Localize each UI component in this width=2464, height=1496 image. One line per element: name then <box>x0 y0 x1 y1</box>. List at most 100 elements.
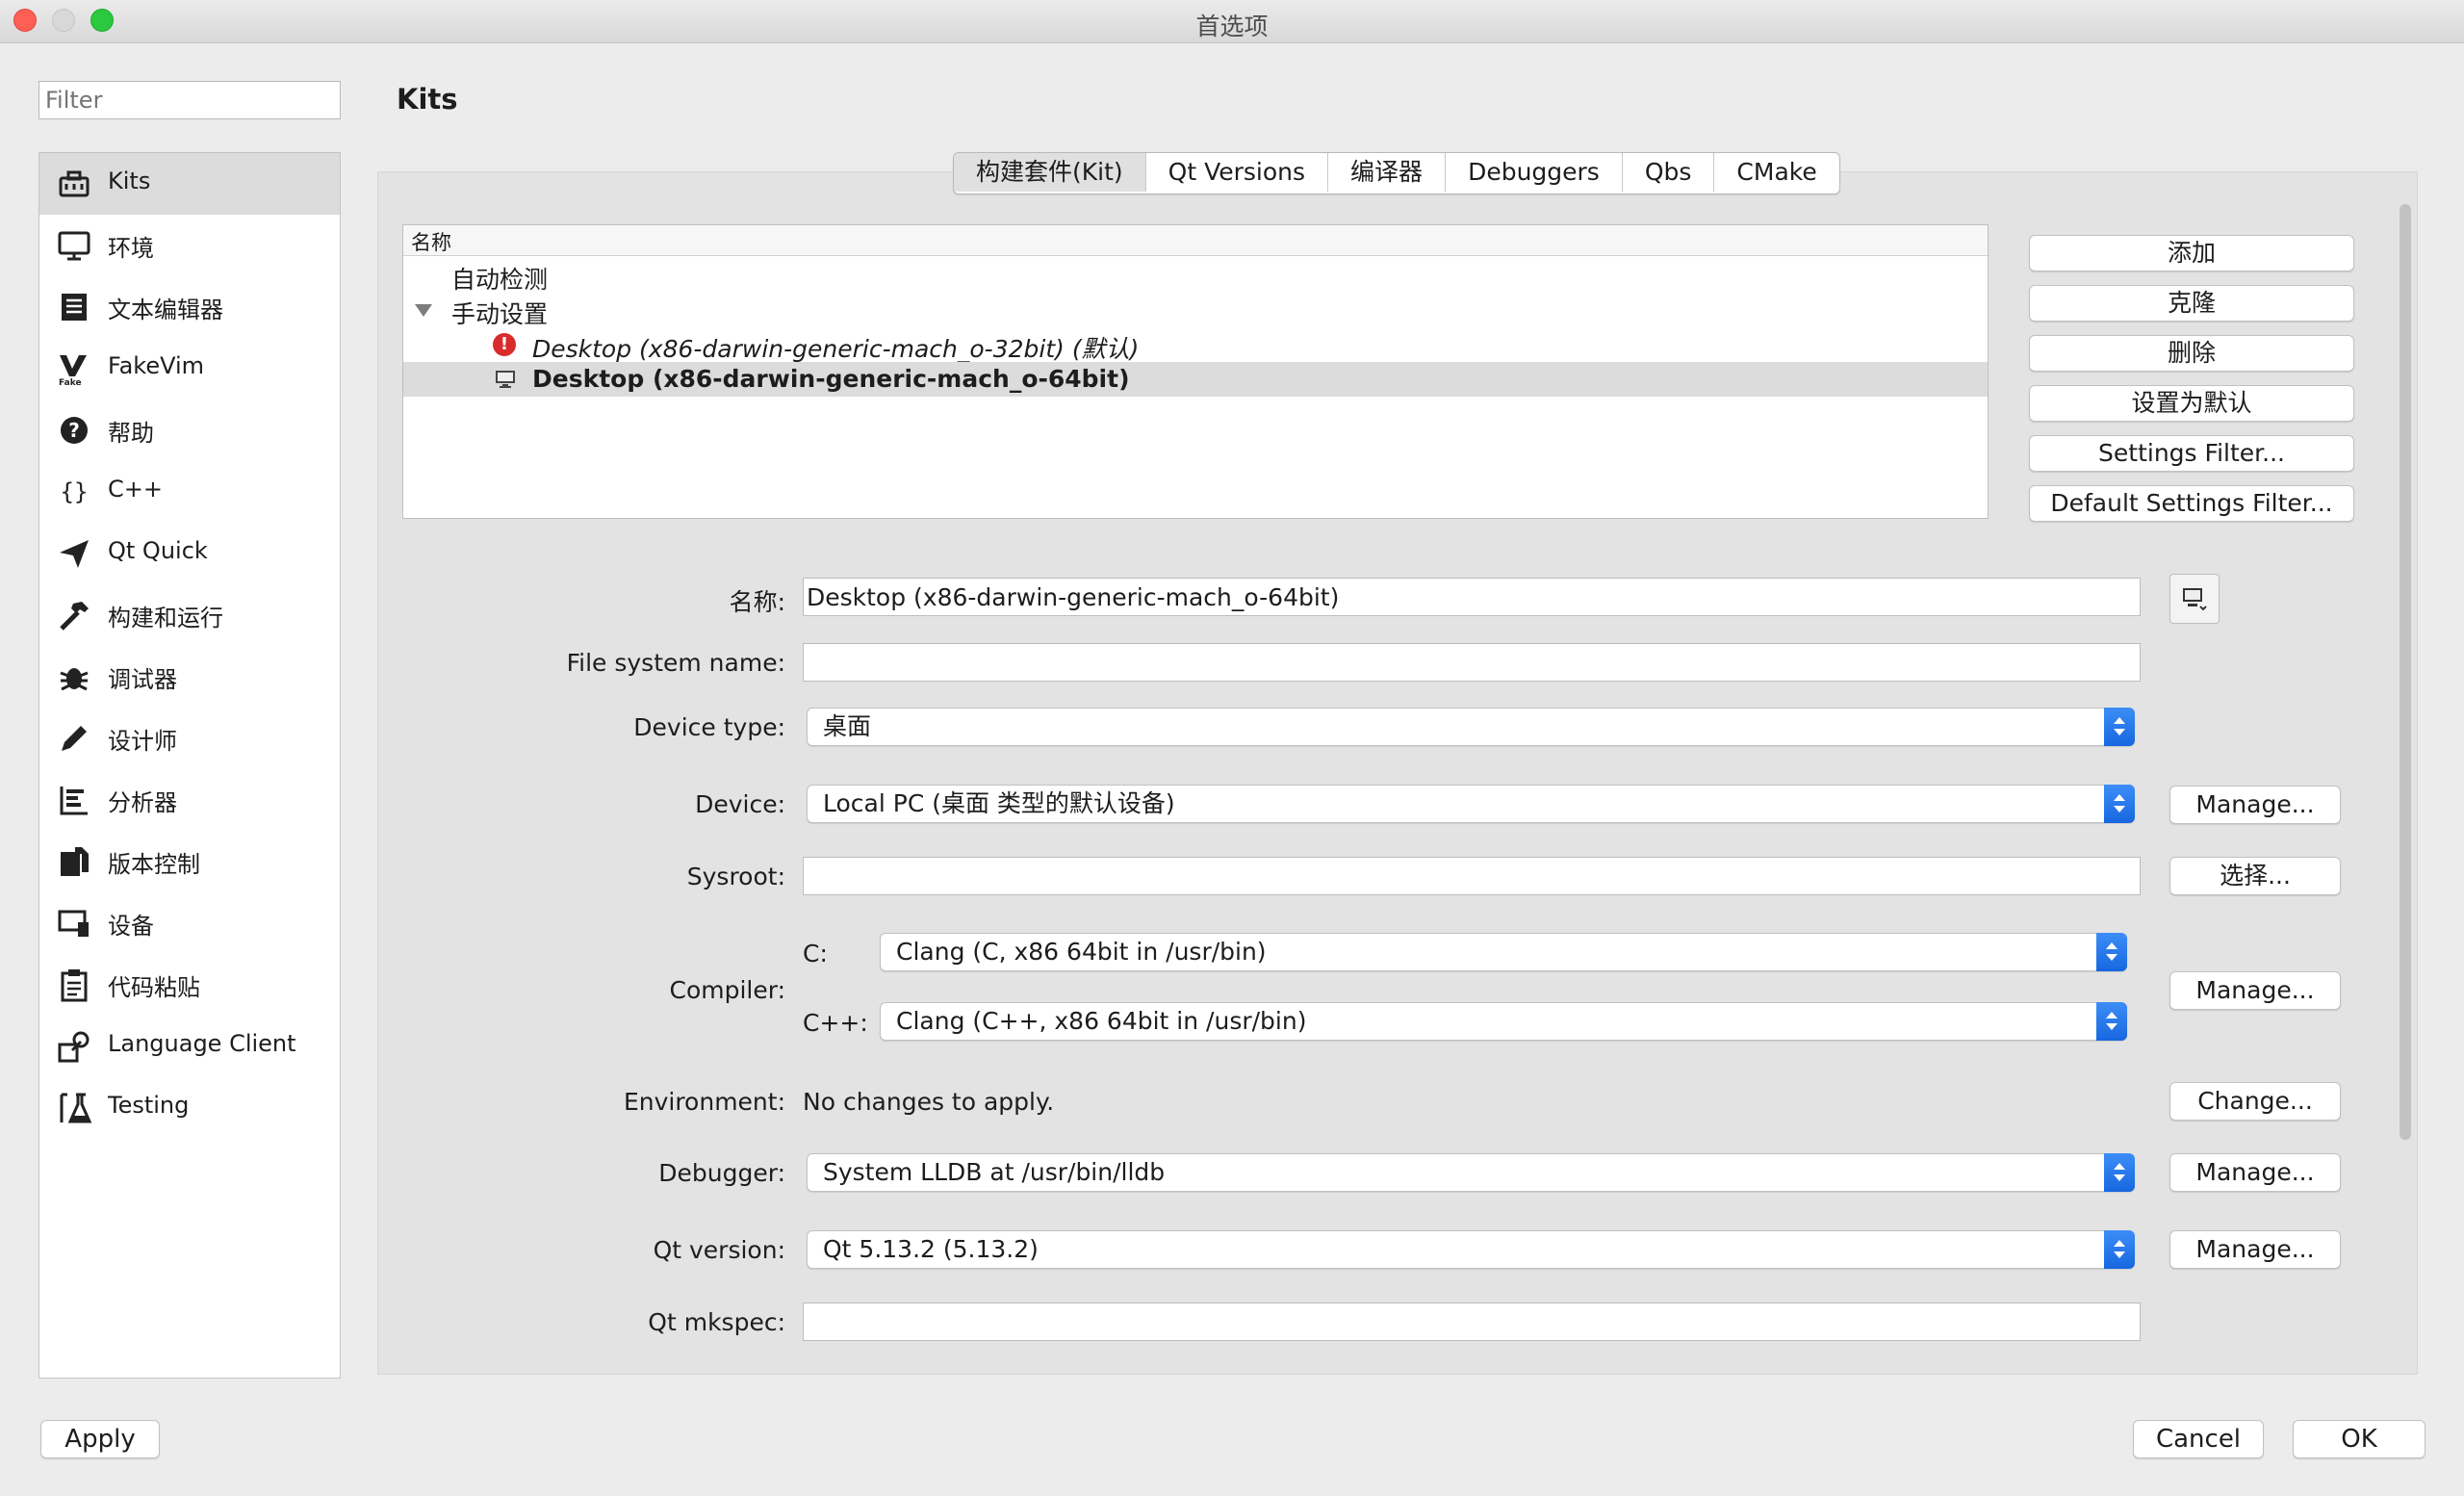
sidebar-item-debugger[interactable]: 调试器 <box>39 646 340 708</box>
add-button[interactable]: 添加 <box>2029 235 2354 271</box>
debugger-label: Debugger: <box>658 1159 785 1187</box>
sidebar-item-label: Qt Quick <box>108 537 208 564</box>
filter-input[interactable] <box>38 81 341 119</box>
braces-icon: {} <box>61 478 89 505</box>
sidebar-item-environment[interactable]: 环境 <box>39 215 340 276</box>
tree-item-manual[interactable]: 手动设置 <box>403 293 1988 328</box>
sidebar-item-version-control[interactable]: 版本控制 <box>39 831 340 892</box>
device-label: Device: <box>695 790 785 818</box>
bug-icon <box>60 668 89 691</box>
clone-button[interactable]: 克隆 <box>2029 285 2354 322</box>
sidebar-item-label: 代码粘贴 <box>108 974 200 1001</box>
chevron-updown-icon <box>2104 1153 2135 1192</box>
sidebar-item-devices[interactable]: 设备 <box>39 892 340 954</box>
c-compiler-value: Clang (C, x86 64bit in /usr/bin) <box>896 938 1267 966</box>
language-client-icon <box>58 1031 90 1063</box>
c-compiler-select[interactable]: Clang (C, x86 64bit in /usr/bin) <box>880 933 2127 971</box>
hammer-icon <box>60 602 89 631</box>
tree-item-auto-detected[interactable]: 自动检测 <box>403 258 1988 294</box>
tree-item-label: 手动设置 <box>451 300 549 328</box>
file-system-name-field[interactable] <box>803 643 2141 682</box>
qt-version-select[interactable]: Qt 5.13.2 (5.13.2) <box>807 1230 2135 1269</box>
settings-filter-button[interactable]: Settings Filter... <box>2029 435 2354 472</box>
device-manage-button[interactable]: Manage... <box>2169 786 2341 824</box>
sidebar-item-language-client[interactable]: Language Client <box>39 1016 340 1077</box>
sidebar-item-label: 设计师 <box>108 728 177 755</box>
sysroot-browse-button[interactable]: 选择... <box>2169 857 2341 895</box>
apply-button[interactable]: Apply <box>40 1420 160 1458</box>
sidebar-item-label: Language Client <box>108 1030 296 1057</box>
sidebar-item-kits[interactable]: Kits <box>39 153 340 215</box>
sidebar-item-label: C++ <box>108 476 163 503</box>
default-settings-filter-button[interactable]: Default Settings Filter... <box>2029 485 2354 522</box>
tab-kits[interactable]: 构建套件(Kit) <box>954 153 1146 192</box>
qt-version-manage-button[interactable]: Manage... <box>2169 1230 2341 1269</box>
sidebar-item-label: 环境 <box>108 235 154 262</box>
sidebar-item-label: Kits <box>108 168 151 194</box>
device-icon <box>58 910 89 937</box>
tree-header: 名称 <box>403 225 1988 256</box>
device-type-select[interactable]: 桌面 <box>807 708 2135 746</box>
environment-label: Environment: <box>623 1088 785 1116</box>
environment-change-button[interactable]: Change... <box>2169 1082 2341 1121</box>
sidebar-item-analyzer[interactable]: 分析器 <box>39 769 340 831</box>
compiler-manage-button[interactable]: Manage... <box>2169 971 2341 1010</box>
disclosure-triangle-icon[interactable] <box>415 304 432 317</box>
svg-text:{}: {} <box>61 478 89 505</box>
tab-cmake[interactable]: CMake <box>1714 153 1838 192</box>
sidebar-item-label: 版本控制 <box>108 851 200 878</box>
chevron-updown-icon <box>2096 1002 2127 1041</box>
cpp-compiler-select[interactable]: Clang (C++, x86 64bit in /usr/bin) <box>880 1002 2127 1041</box>
sidebar-item-help[interactable]: ? 帮助 <box>39 400 340 461</box>
sidebar-item-label: Testing <box>108 1092 190 1119</box>
cancel-button[interactable]: Cancel <box>2133 1420 2264 1458</box>
device-select[interactable]: Local PC (桌面 类型的默认设备) <box>807 785 2135 823</box>
qt-version-label: Qt version: <box>653 1236 785 1264</box>
chevron-updown-icon <box>2096 933 2127 971</box>
remove-button[interactable]: 删除 <box>2029 335 2354 372</box>
sidebar-item-cpp[interactable]: {} C++ <box>39 461 340 523</box>
monitor-icon <box>58 231 90 261</box>
make-default-button[interactable]: 设置为默认 <box>2029 385 2354 422</box>
compiler-label: Compiler: <box>669 976 785 1004</box>
kits-tree: 名称 自动检测 手动设置 ! Desktop (x86-darwin-gener… <box>402 224 1989 519</box>
tab-debuggers[interactable]: Debuggers <box>1446 153 1623 192</box>
tab-qt-versions[interactable]: Qt Versions <box>1146 153 1329 192</box>
debugger-value: System LLDB at /usr/bin/lldb <box>823 1158 1166 1186</box>
sidebar-item-text-editor[interactable]: 文本编辑器 <box>39 276 340 338</box>
name-field[interactable]: Desktop (x86-darwin-generic-mach_o-64bit… <box>803 578 2141 616</box>
tree-item-kit-32bit[interactable]: ! Desktop (x86-darwin-generic-mach_o-32b… <box>403 327 1988 363</box>
sidebar-item-code-paste[interactable]: 代码粘贴 <box>39 954 340 1016</box>
fakevim-icon: Fake <box>59 355 87 386</box>
testing-icon <box>60 1093 91 1123</box>
tab-compilers[interactable]: 编译器 <box>1328 153 1447 192</box>
tree-item-label: 自动检测 <box>451 266 549 294</box>
sidebar-item-designer[interactable]: 设计师 <box>39 708 340 769</box>
sysroot-field[interactable] <box>803 857 2141 895</box>
scrollbar-thumb[interactable] <box>2400 204 2411 1140</box>
sidebar-item-label: 分析器 <box>108 789 177 816</box>
monitor-icon <box>496 371 515 388</box>
kits-icon <box>59 170 90 197</box>
sidebar-item-build-run[interactable]: 构建和运行 <box>39 584 340 646</box>
kit-icon-button[interactable] <box>2169 574 2220 624</box>
ok-button[interactable]: OK <box>2293 1420 2426 1458</box>
tree-item-label: Desktop (x86-darwin-generic-mach_o-64bit… <box>532 365 1130 393</box>
qt-mkspec-field[interactable] <box>803 1303 2141 1341</box>
text-editor-icon <box>62 294 87 321</box>
chevron-updown-icon <box>2104 785 2135 823</box>
name-label: 名称: <box>729 588 785 616</box>
debugger-manage-button[interactable]: Manage... <box>2169 1153 2341 1192</box>
error-icon: ! <box>493 333 516 356</box>
debugger-select[interactable]: System LLDB at /usr/bin/lldb <box>807 1153 2135 1192</box>
paper-plane-icon <box>60 540 89 568</box>
sidebar-item-qt-quick[interactable]: Qt Quick <box>39 523 340 584</box>
tab-qbs[interactable]: Qbs <box>1623 153 1715 192</box>
sidebar-item-fakevim[interactable]: Fake FakeVim <box>39 338 340 400</box>
sidebar-item-label: 构建和运行 <box>108 605 223 632</box>
sidebar-item-testing[interactable]: Testing <box>39 1077 340 1139</box>
sidebar: Kits 环境 文本编辑器 Fake FakeVim ? 帮助 {} C++ Q… <box>38 152 341 1379</box>
tree-item-kit-64bit[interactable]: Desktop (x86-darwin-generic-mach_o-64bit… <box>403 362 1988 397</box>
sidebar-item-label: 文本编辑器 <box>108 297 223 323</box>
sidebar-item-label: 调试器 <box>108 666 177 693</box>
